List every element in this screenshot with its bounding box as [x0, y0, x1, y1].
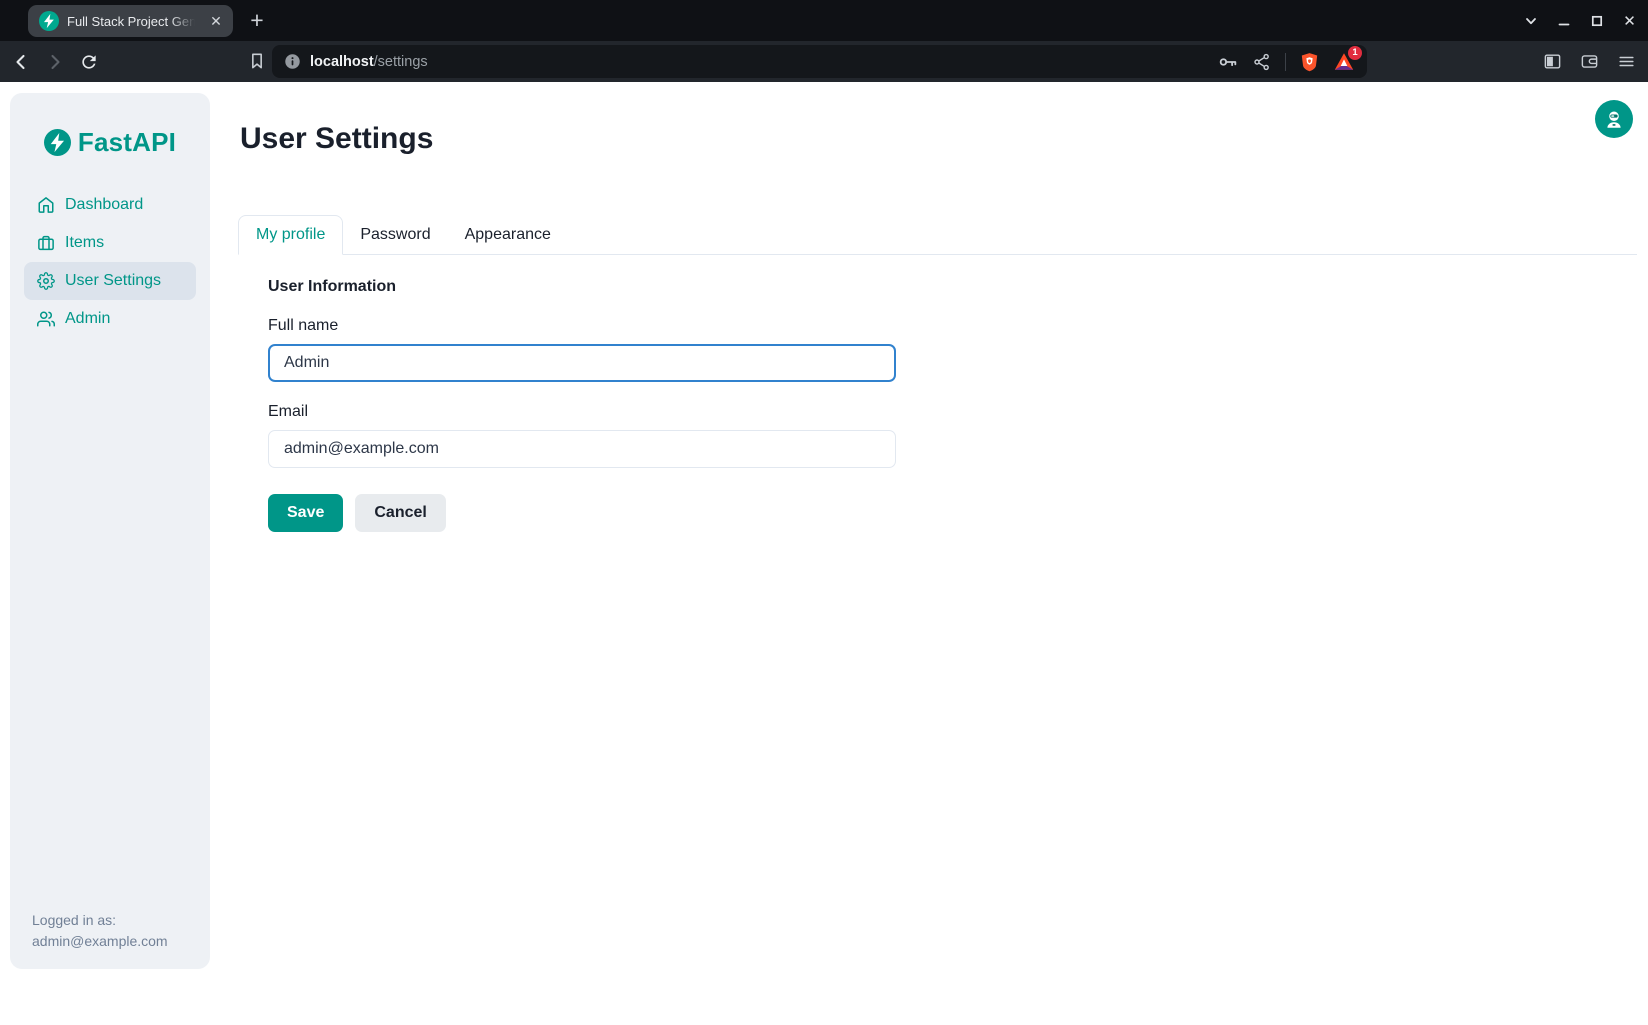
divider — [1285, 53, 1286, 71]
sidebar-item-label: Dashboard — [65, 196, 143, 214]
save-button[interactable]: Save — [268, 494, 343, 532]
user-astronaut-icon — [1603, 108, 1625, 130]
sidebar: FastAPI Dashboard Items User Settings — [10, 93, 210, 969]
maximize-button[interactable] — [1588, 12, 1605, 29]
bookmark-icon[interactable] — [246, 50, 268, 72]
sidebar-item-items[interactable]: Items — [24, 224, 196, 262]
close-window-button[interactable]: ✕ — [1621, 12, 1638, 29]
email-label: Email — [268, 403, 896, 421]
logged-in-label: Logged in as: — [32, 910, 168, 930]
tab-close-icon[interactable]: ✕ — [207, 12, 225, 30]
tab-my-profile[interactable]: My profile — [238, 215, 343, 255]
new-tab-button[interactable]: + — [243, 7, 271, 35]
tab-password[interactable]: Password — [343, 215, 447, 255]
password-key-icon[interactable] — [1217, 51, 1239, 73]
minimize-button[interactable] — [1555, 12, 1572, 29]
page-title: User Settings — [240, 122, 433, 156]
sidebar-item-admin[interactable]: Admin — [24, 300, 196, 338]
sidebar-item-user-settings[interactable]: User Settings — [24, 262, 196, 300]
url-text: localhost/settings — [310, 54, 428, 70]
sidebar-item-label: User Settings — [65, 272, 161, 290]
rewards-notification-badge: 1 — [1348, 46, 1362, 60]
brave-shield-icon[interactable] — [1299, 51, 1320, 73]
tab-search-chevron-icon[interactable] — [1522, 12, 1539, 29]
sidebar-item-dashboard[interactable]: Dashboard — [24, 186, 196, 224]
profile-form: User Information Full name Email Save Ca… — [268, 278, 896, 532]
forward-button[interactable] — [44, 51, 66, 73]
logged-in-email: admin@example.com — [32, 931, 168, 951]
briefcase-icon — [37, 234, 55, 252]
reload-button[interactable] — [78, 51, 100, 73]
sidebar-item-label: Items — [65, 234, 104, 252]
wallet-icon[interactable] — [1580, 52, 1599, 71]
home-icon — [37, 196, 55, 214]
tab-title: Full Stack Project Genera — [67, 14, 199, 29]
url-bar-actions: 1 — [1217, 51, 1355, 73]
sidebar-panel-icon[interactable] — [1543, 52, 1562, 71]
settings-tabs: My profile Password Appearance — [238, 215, 1637, 255]
url-path: /settings — [374, 54, 428, 70]
email-input[interactable] — [268, 430, 896, 468]
fastapi-logo-icon — [44, 129, 71, 156]
browser-chrome: Full Stack Project Genera ✕ + ✕ — [0, 0, 1648, 82]
full-name-input[interactable] — [268, 344, 896, 382]
app-page: FastAPI Dashboard Items User Settings — [0, 82, 1648, 1025]
window-controls: ✕ — [1522, 0, 1642, 41]
form-actions: Save Cancel — [268, 494, 896, 532]
tab-appearance[interactable]: Appearance — [448, 215, 568, 255]
cancel-button[interactable]: Cancel — [355, 494, 445, 532]
url-bar[interactable]: localhost/settings — [272, 45, 1367, 78]
sidebar-menu: Dashboard Items User Settings Admin — [10, 186, 210, 338]
users-icon — [37, 310, 55, 328]
url-host: localhost — [310, 54, 374, 70]
browser-tab[interactable]: Full Stack Project Genera ✕ — [28, 5, 233, 37]
fastapi-logo-text: FastAPI — [78, 127, 176, 158]
navigation-bar: localhost/settings — [0, 41, 1648, 82]
browser-action-icons — [1543, 41, 1636, 82]
menu-hamburger-icon[interactable] — [1617, 52, 1636, 71]
fastapi-favicon-icon — [39, 11, 59, 31]
fastapi-logo: FastAPI — [10, 93, 210, 158]
full-name-label: Full name — [268, 317, 896, 335]
nav-buttons — [10, 41, 100, 82]
tab-strip: Full Stack Project Genera ✕ + ✕ — [0, 0, 1648, 41]
site-info-icon[interactable] — [284, 53, 301, 70]
back-button[interactable] — [10, 51, 32, 73]
logged-in-info: Logged in as: admin@example.com — [32, 910, 168, 951]
gear-icon — [37, 272, 55, 290]
brave-rewards-icon[interactable]: 1 — [1333, 51, 1355, 73]
user-menu-button[interactable] — [1595, 100, 1633, 138]
sidebar-item-label: Admin — [65, 310, 110, 328]
share-icon[interactable] — [1252, 52, 1272, 72]
section-title: User Information — [268, 278, 896, 296]
